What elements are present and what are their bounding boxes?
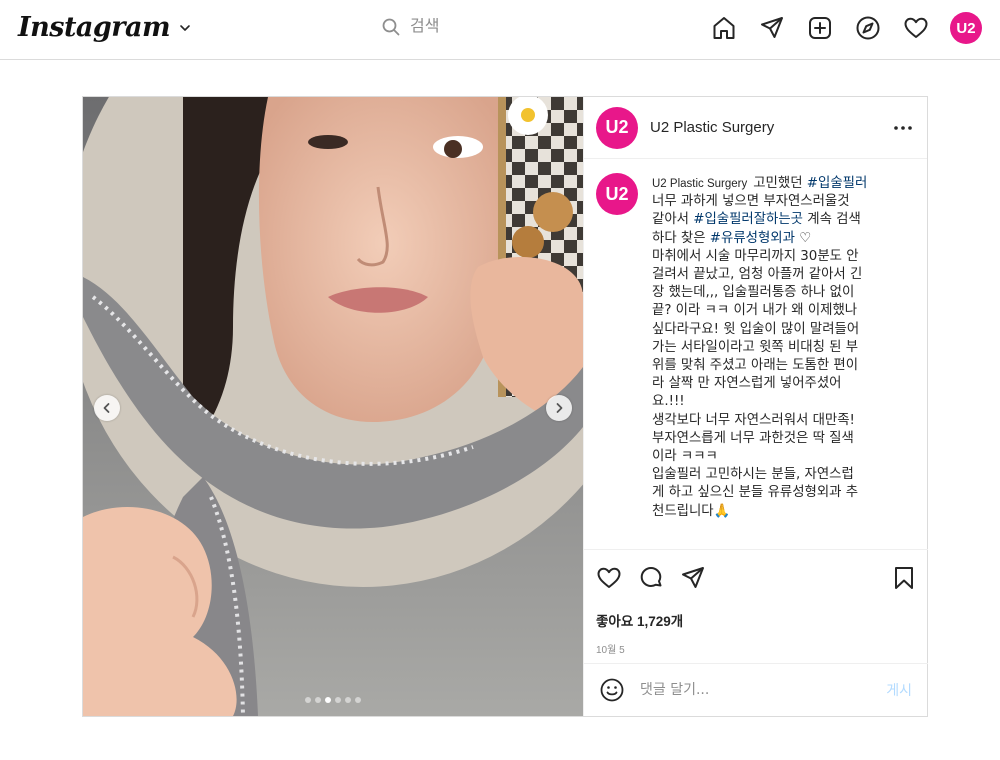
direct-icon[interactable] bbox=[758, 14, 786, 42]
save-button[interactable] bbox=[884, 562, 916, 594]
emoji-button[interactable] bbox=[600, 678, 624, 702]
like-icon bbox=[597, 567, 621, 588]
search-icon bbox=[382, 18, 400, 36]
caption-text: U2 Plastic Surgery 고민했던 #입술필러 너무 과하게 넣으면 … bbox=[652, 175, 896, 547]
profile-avatar[interactable]: U2 bbox=[950, 12, 982, 44]
post-header: U2 U2 Plastic Surgery bbox=[584, 97, 927, 159]
carousel-dot bbox=[325, 697, 331, 703]
share-icon bbox=[682, 567, 704, 588]
comment-icon bbox=[640, 567, 662, 587]
comment-bar: 게시 bbox=[584, 663, 928, 716]
explore-icon[interactable] bbox=[854, 14, 882, 42]
account-name[interactable]: U2 Plastic Surgery bbox=[650, 119, 891, 136]
account-avatar[interactable]: U2 bbox=[596, 106, 638, 149]
carousel-prev-button[interactable] bbox=[94, 395, 120, 421]
search-bar[interactable] bbox=[382, 18, 590, 36]
caption-segment: ♡ 마취에서 시술 마무리까지 30분도 안 걸려서 끝났고, 엄청 아플꺼 같… bbox=[652, 230, 863, 519]
nav-icons: U2 bbox=[710, 12, 982, 44]
carousel-dot bbox=[355, 697, 361, 703]
chevron-down-icon bbox=[180, 24, 190, 31]
carousel-dot bbox=[315, 697, 321, 703]
caption-segment: 고민했던 bbox=[753, 176, 807, 191]
caption-avatar[interactable]: U2 bbox=[596, 173, 638, 215]
post-sidebar: U2 U2 Plastic Surgery U2 U2 Plastic Surg… bbox=[583, 97, 928, 716]
carousel-next-button[interactable] bbox=[546, 395, 572, 421]
post-actions: 좋아요 1,729개 10월 5 bbox=[584, 549, 928, 656]
post-date[interactable]: 10월 5 bbox=[596, 641, 916, 656]
chevron-right-icon bbox=[556, 403, 563, 413]
comment-input[interactable] bbox=[640, 682, 887, 698]
search-input[interactable] bbox=[410, 18, 590, 36]
emoji-icon bbox=[600, 678, 624, 702]
chevron-left-icon bbox=[103, 403, 110, 413]
post-comment-button[interactable]: 게시 bbox=[886, 680, 912, 700]
logo-wordmark: Instagram bbox=[18, 12, 171, 43]
more-options-button[interactable] bbox=[891, 116, 915, 140]
like-button[interactable] bbox=[596, 562, 628, 594]
like-count[interactable]: 좋아요 1,729개 bbox=[596, 610, 916, 630]
post-image[interactable] bbox=[83, 97, 583, 716]
carousel-dot bbox=[305, 697, 311, 703]
hashtag-link[interactable]: #유류성형외과 bbox=[710, 231, 795, 246]
bookmark-icon bbox=[895, 567, 913, 589]
share-button[interactable] bbox=[680, 562, 712, 594]
comment-button[interactable] bbox=[638, 562, 670, 594]
home-icon[interactable] bbox=[710, 14, 738, 42]
carousel-dot bbox=[335, 697, 341, 703]
carousel-dot bbox=[345, 697, 351, 703]
hashtag-link[interactable]: #입술필러 bbox=[807, 176, 868, 191]
caption-section: U2 U2 Plastic Surgery 고민했던 #입술필러 너무 과하게 넣… bbox=[584, 159, 928, 547]
more-icon bbox=[894, 125, 912, 130]
new-post-icon[interactable] bbox=[806, 14, 834, 42]
carousel-indicator bbox=[83, 697, 583, 703]
post-card: U2 U2 Plastic Surgery U2 U2 Plastic Surg… bbox=[82, 96, 928, 717]
caption-username[interactable]: U2 Plastic Surgery bbox=[652, 178, 747, 190]
instagram-logo[interactable]: Instagram bbox=[18, 12, 192, 43]
post-photo bbox=[83, 97, 583, 716]
top-navigation: Instagram U2 bbox=[0, 0, 1000, 60]
hashtag-link[interactable]: #입술필러잘하는곳 bbox=[693, 212, 803, 227]
activity-heart-icon[interactable] bbox=[902, 14, 930, 42]
action-buttons bbox=[596, 562, 916, 594]
